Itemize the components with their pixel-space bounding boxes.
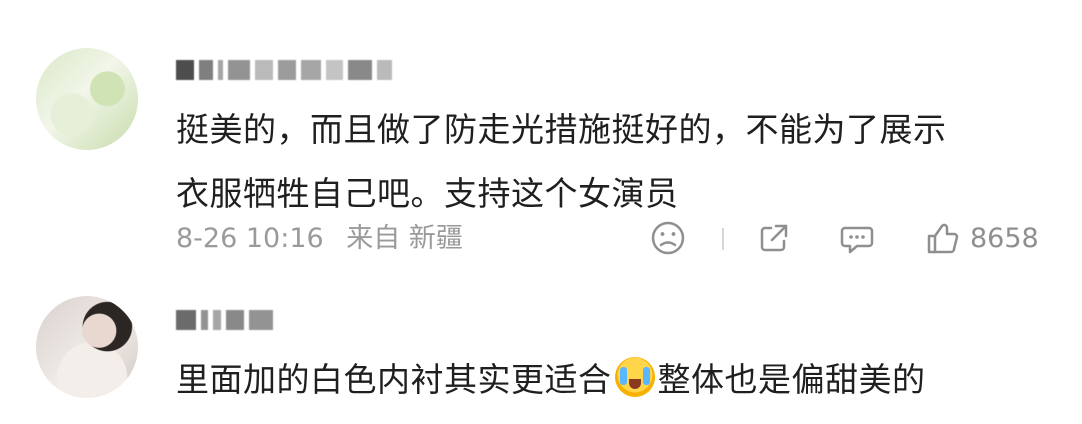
sad-face-icon [651,221,685,255]
avatar[interactable] [36,296,138,398]
share-button[interactable] [756,220,792,256]
username[interactable] [176,57,392,83]
comment-text-part-2: 整体也是偏甜美的 [657,360,926,399]
like-button[interactable]: 8658 [924,220,1039,258]
thumbs-up-icon [927,223,959,254]
emoji-mouth [628,379,641,389]
comment-date: 8-26 10:16 [176,223,324,254]
comment-text-part-1: 里面加的白色内衬其实更适合 [176,360,612,399]
comment-text: 里面加的白色内衬其实更适合 整体也是偏甜美的 [176,348,926,412]
share-icon [760,224,788,252]
action-divider [722,228,724,250]
comment-text-line-2: 衣服牺牲自己吧。支持这个女演员 [176,174,679,213]
comment-location: 来自 新疆 [346,223,463,254]
like-count: 8658 [970,223,1039,254]
comment-text-line-1: 挺美的，而且做了防走光措施挺好的，不能为了展示 [176,110,947,149]
comment-meta: 8-26 10:16 来自 新疆 [176,220,477,258]
comment-icon [840,226,874,254]
comment-actions: 8658 [650,218,1050,260]
sad-reaction-button[interactable] [650,220,686,256]
reply-button[interactable] [838,220,876,256]
username[interactable] [176,307,273,333]
comment-text: 挺美的，而且做了防走光措施挺好的，不能为了展示 衣服牺牲自己吧。支持这个女演员 [176,98,947,226]
crying-laughing-emoji [614,357,655,397]
avatar[interactable] [36,48,138,150]
